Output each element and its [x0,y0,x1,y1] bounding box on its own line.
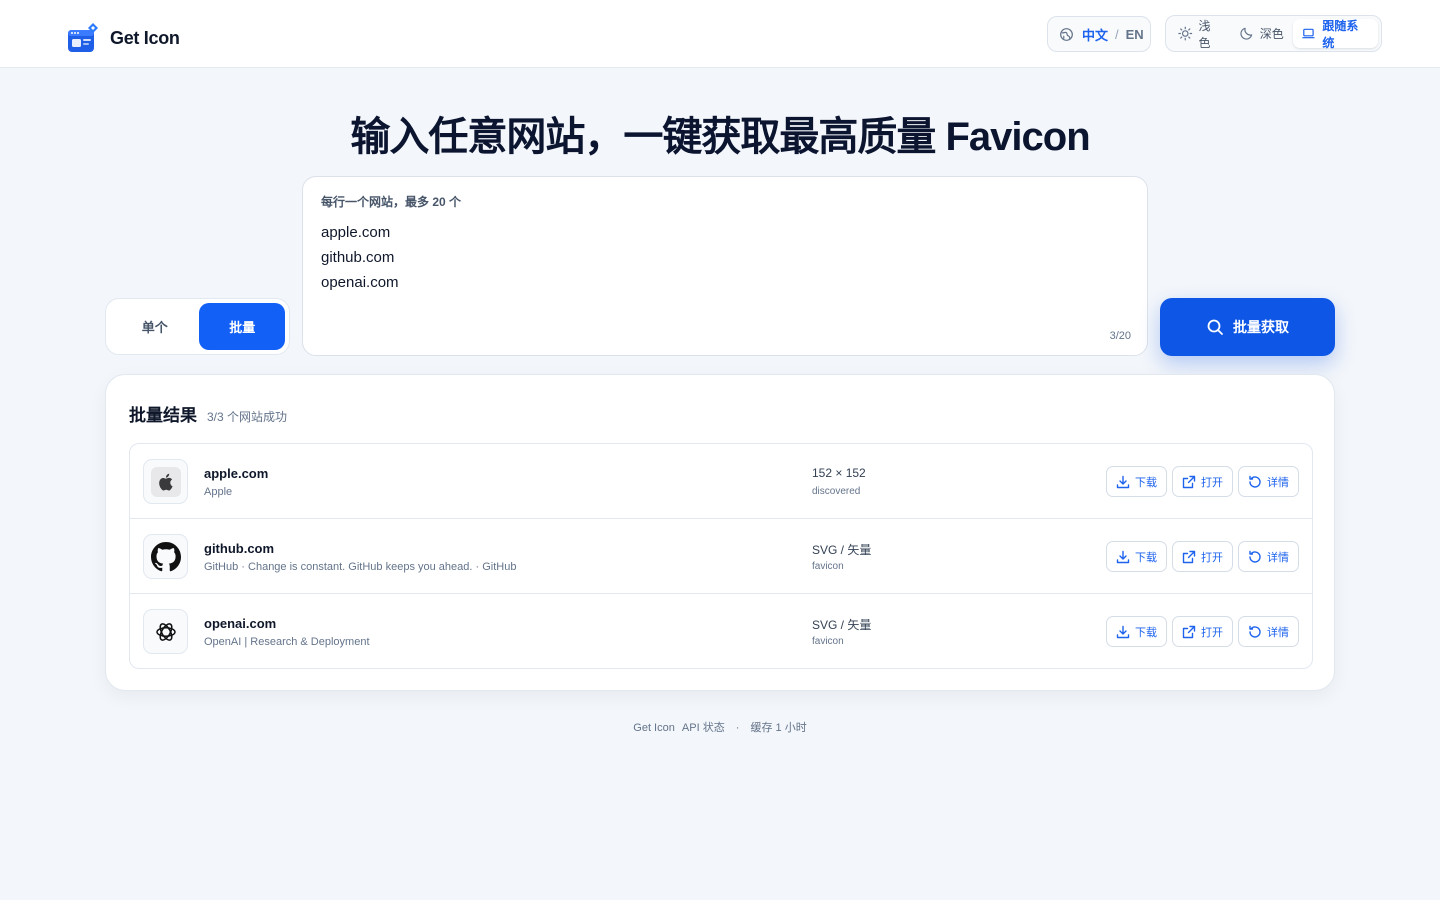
download-label: 下载 [1135,626,1157,639]
textarea-label: 每行一个网站，最多 20 个 [321,195,462,209]
lang-option-zh[interactable]: 中文 [1082,25,1108,44]
search-icon [1207,319,1223,335]
open-label: 打开 [1201,551,1223,564]
detail-label: 详情 [1267,476,1289,489]
open-label: 打开 [1201,626,1223,639]
page-title: 输入任意网站，一键获取最高质量 Favicon [350,115,1090,159]
theme-light-label: 浅色 [1198,18,1211,50]
favicon-preview [143,609,188,654]
batch-fetch-button[interactable]: 批量获取 [1160,298,1335,356]
open-button[interactable]: 打开 [1172,541,1233,572]
moon-icon [1240,27,1252,40]
brand-name: Get Icon [110,27,180,48]
result-actions: 下载 打开 详情 [1106,616,1299,647]
detail-button[interactable]: 详情 [1238,616,1299,647]
open-button[interactable]: 打开 [1172,616,1233,647]
download-label: 下载 [1135,551,1157,564]
result-domain: openai.com [204,616,277,631]
textarea-line: openai.com [321,274,399,291]
result-actions: 下载 打开 详情 [1106,466,1299,497]
lang-separator: / [1115,26,1119,42]
github-icon [150,541,181,571]
results-list: apple.com Apple 152 × 152 discovered 下载 … [129,443,1313,669]
detail-label: 详情 [1267,626,1289,639]
download-label: 下载 [1135,476,1157,489]
laptop-icon [1302,28,1315,39]
result-source: favicon [812,636,844,647]
lang-option-en[interactable]: EN [1126,27,1144,42]
result-source: favicon [812,561,844,572]
refresh-icon [1249,475,1261,488]
results-card: 批量结果 3/3 个网站成功 apple.com Apple 152 × 152… [105,374,1335,691]
detail-label: 详情 [1267,551,1289,564]
result-description: GitHub · Change is constant. GitHub keep… [204,561,517,573]
result-row: openai.com OpenAI | Research & Deploymen… [130,594,1312,668]
footer-separator: · [735,722,740,734]
external-link-icon [1182,625,1196,638]
mode-batch-button[interactable]: 批量 [199,303,285,350]
refresh-icon [1249,625,1261,638]
batch-url-textarea[interactable]: 每行一个网站，最多 20 个 apple.com github.com open… [302,176,1148,356]
result-domain: github.com [204,541,275,556]
external-link-icon [1182,475,1196,488]
theme-system-button[interactable]: 跟随系统 [1293,18,1378,50]
brand[interactable]: Get Icon [67,22,180,54]
language-switch[interactable]: 中文 / EN [1047,16,1151,52]
mode-toggle: 单个 批量 [105,298,290,355]
download-icon [1116,625,1130,638]
footer: Get Icon API 状态 · 缓存 1 小时 [0,719,1440,735]
sun-icon [1178,26,1193,41]
get-icon-logo-icon [68,23,98,52]
theme-system-label: 跟随系统 [1322,18,1359,50]
theme-light-button[interactable]: 浅色 [1169,18,1230,50]
result-size: SVG / 矢量 [812,618,872,632]
theme-dark-label: 深色 [1259,27,1284,41]
download-icon [1116,550,1130,563]
results-count: 3/3 个网站成功 [207,410,288,424]
refresh-icon [1249,550,1261,563]
download-button[interactable]: 下载 [1106,466,1167,497]
download-icon [1116,475,1130,488]
results-header: 批量结果 3/3 个网站成功 [129,401,287,426]
theme-dark-button[interactable]: 深色 [1230,19,1294,48]
apple-icon [150,466,181,497]
top-header: Get Icon 中文 / EN 浅色 深色 跟随系统 [0,0,1440,68]
result-row: apple.com Apple 152 × 152 discovered 下载 … [130,444,1312,519]
external-link-icon [1182,550,1196,563]
footer-cache-note: 缓存 1 小时 [750,722,807,734]
download-button[interactable]: 下载 [1106,541,1167,572]
open-label: 打开 [1201,476,1223,489]
result-size: 152 × 152 [812,466,866,480]
favicon-preview [143,534,188,579]
result-description: Apple [204,486,233,498]
textarea-line: github.com [321,249,395,266]
result-size: SVG / 矢量 [812,543,872,557]
detail-button[interactable]: 详情 [1238,466,1299,497]
batch-fetch-label: 批量获取 [1233,319,1289,335]
line-counter: 3/20 [1109,330,1131,342]
detail-button[interactable]: 详情 [1238,541,1299,572]
download-button[interactable]: 下载 [1106,616,1167,647]
textarea-line: apple.com [321,224,391,241]
footer-api-status-link[interactable]: API 状态 [682,722,725,734]
theme-switch: 浅色 深色 跟随系统 [1165,15,1382,52]
open-button[interactable]: 打开 [1172,466,1233,497]
result-domain: apple.com [204,466,269,481]
result-description: OpenAI | Research & Deployment [204,636,370,648]
result-actions: 下载 打开 详情 [1106,541,1299,572]
results-title: 批量结果 [129,406,197,425]
openai-icon [155,622,176,641]
mode-single-button[interactable]: 单个 [110,303,199,350]
favicon-preview [143,459,188,504]
globe-icon [1060,27,1073,41]
result-source: discovered [812,486,861,497]
textarea-content[interactable]: apple.com github.com openai.com [321,220,399,295]
footer-brand: Get Icon [633,722,675,734]
result-row: github.com GitHub · Change is constant. … [130,519,1312,594]
